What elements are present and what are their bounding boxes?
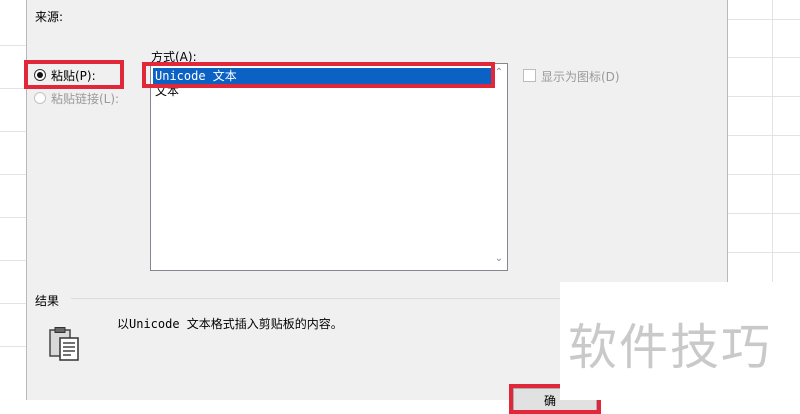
listbox-scrollbar[interactable]: ⌃ ⌄ [491,64,507,270]
gridline [0,217,26,218]
gridline [0,346,26,347]
display-as-icon-label[interactable]: 显示为图标(D) [541,68,620,85]
paste-link-radio[interactable] [34,92,46,104]
display-as-icon-checkbox[interactable] [523,69,536,82]
watermark: 软件技巧 [560,282,800,400]
paste-option-highlight [24,60,124,89]
watermark-text: 软件技巧 [568,319,773,376]
gridline [728,96,800,97]
gridline [728,57,800,58]
paste-link-option-label[interactable]: 粘贴链接(L): [51,90,119,107]
gridline [0,88,26,89]
gridline [0,45,26,46]
scroll-down-icon[interactable]: ⌄ [494,254,504,264]
result-label: 结果 [35,294,60,308]
clipboard-icon [49,327,81,363]
gridline [0,260,26,261]
gridline [728,213,800,214]
gridline [728,174,800,175]
result-description: 以Unicode 文本格式插入剪贴板的内容。 [117,317,343,331]
gridline [0,131,26,132]
source-label: 来源: [35,10,64,24]
gridline [0,174,26,175]
spreadsheet-left-edge [0,0,27,400]
gridline [728,19,800,20]
scroll-up-icon[interactable]: ⌃ [494,68,504,78]
gridline [0,303,26,304]
method-selection-highlight [142,62,495,88]
gridline [772,0,773,282]
gridline [728,135,800,136]
gridline [728,252,800,253]
method-listbox[interactable]: Unicode 文本 文本 ⌃ ⌄ [150,63,508,271]
